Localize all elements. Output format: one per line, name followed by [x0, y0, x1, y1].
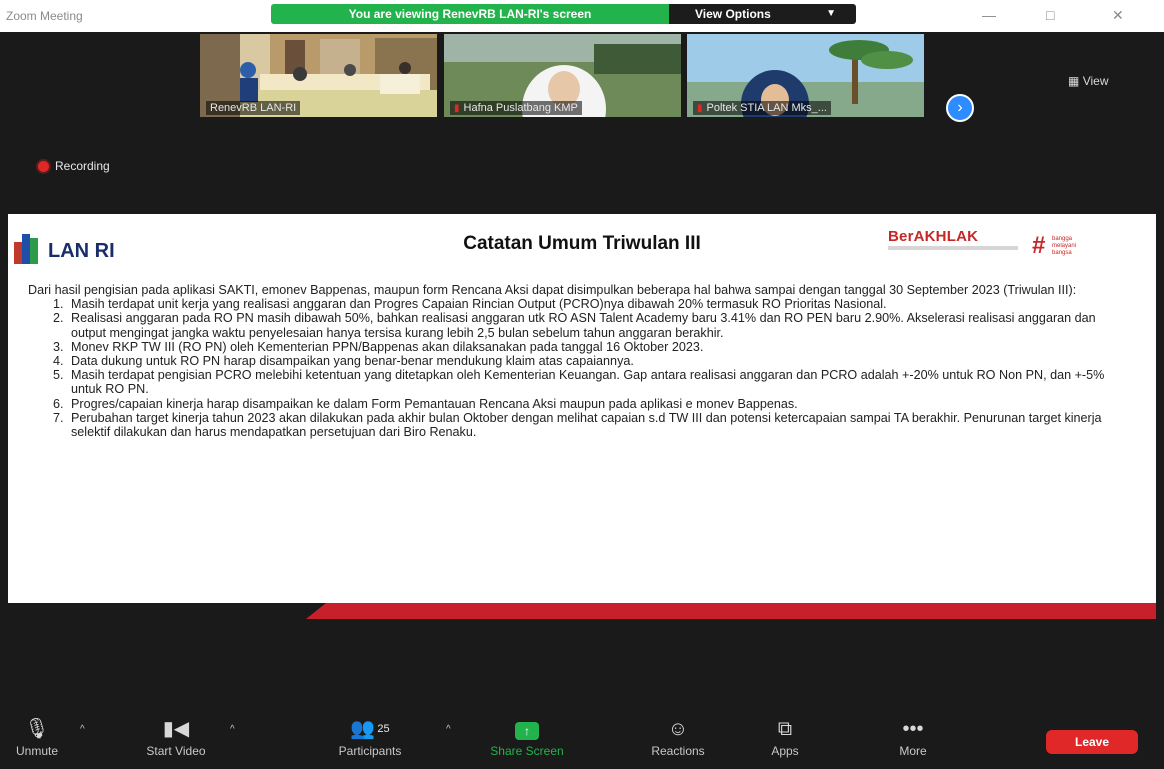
recording-icon [38, 160, 49, 172]
title-bar: Zoom Meeting You are viewing RenevRB LAN… [0, 0, 1164, 33]
reactions-button[interactable]: ☺ Reactions [640, 716, 716, 758]
view-button[interactable]: ▦ View [1068, 74, 1108, 88]
list-item: Realisasi anggaran pada RO PN masih diba… [67, 311, 1113, 339]
notes-list: Masih terdapat unit kerja yang realisasi… [28, 297, 1113, 439]
red-accent-stripe [306, 603, 1156, 619]
slide-intro: Dari hasil pengisian pada aplikasi SAKTI… [28, 283, 1077, 297]
list-item: Data dukung untuk RO PN harap disampaika… [67, 354, 1113, 368]
unmute-label: Unmute [15, 744, 59, 758]
bangga-melayani-text: bangga melayani bangsa [1052, 236, 1077, 256]
window-title: Zoom Meeting [6, 9, 83, 23]
shared-screen: LAN RI Catatan Umum Triwulan III BerAKHL… [8, 214, 1156, 619]
slide-footer-stripe [8, 603, 1156, 619]
chevron-down-icon: ▼ [826, 8, 836, 19]
share-banner: You are viewing RenevRB LAN-RI's screen … [271, 4, 856, 24]
view-options-label: View Options [695, 7, 771, 21]
video-off-icon: ▮◀ [162, 718, 190, 740]
list-item: Perubahan target kinerja tahun 2023 akan… [67, 411, 1113, 439]
more-button[interactable]: ••• More [888, 716, 938, 758]
minimize-button[interactable]: — [982, 7, 996, 23]
berakhlak-logo: BerAKHLAK [888, 228, 979, 245]
list-item: Masih terdapat unit kerja yang realisasi… [67, 297, 1113, 311]
mic-muted-icon: 🎙 [24, 718, 50, 740]
slide-title: Catatan Umum Triwulan III [463, 233, 701, 254]
more-icon: ••• [902, 718, 924, 740]
view-label: View [1082, 74, 1109, 88]
video-tile[interactable]: RenevRB LAN-RI [200, 34, 437, 117]
apps-label: Apps [771, 744, 799, 758]
video-tile[interactable]: ▮ Hafna Puslatbang KMP [444, 34, 681, 117]
reactions-icon: ☺ [667, 718, 689, 740]
meeting-toolbar: 🎙 Unmute ^ ▮◀ Start Video ^ 👥 25 Particip… [0, 712, 1164, 769]
video-tile[interactable]: ▮ Poltek STIA LAN Mks_... [687, 34, 924, 117]
more-label: More [899, 744, 927, 758]
participant-name: ▮ Hafna Puslatbang KMP [450, 101, 582, 115]
share-screen-button[interactable]: ↑ Share Screen [486, 716, 568, 758]
reactions-label: Reactions [651, 744, 705, 758]
apps-button[interactable]: ⧉ Apps [760, 716, 810, 758]
maximize-button[interactable]: □ [1046, 7, 1054, 23]
participant-name: RenevRB LAN-RI [206, 101, 301, 115]
video-options-caret[interactable]: ^ [230, 724, 235, 735]
start-video-label: Start Video [146, 744, 206, 758]
start-video-button[interactable]: ▮◀ Start Video [130, 716, 222, 758]
unmute-button[interactable]: 🎙 Unmute [2, 716, 72, 758]
participants-icon: 👥 25 [350, 718, 390, 740]
video-strip: RenevRB LAN-RI ▮ Hafna Puslatbang KMP ▮ Po… [0, 32, 1164, 214]
recording-indicator[interactable]: Recording [38, 159, 110, 173]
viewing-screen-label: You are viewing RenevRB LAN-RI's screen [271, 4, 669, 24]
participants-count: 25 [377, 723, 390, 735]
participants-label: Participants [338, 744, 402, 758]
share-screen-icon: ↑ [515, 722, 539, 740]
list-item: Progres/capaian kinerja harap disampaika… [67, 397, 1113, 411]
slide-content: Dari hasil pengisian pada aplikasi SAKTI… [28, 283, 1113, 439]
list-item: Monev RKP TW III (RO PN) oleh Kementeria… [67, 340, 1113, 354]
next-page-button[interactable]: › [946, 94, 974, 122]
participant-name: ▮ Poltek STIA LAN Mks_... [693, 101, 831, 115]
berakhlak-tagline [888, 246, 1018, 250]
view-options-button[interactable]: View Options ▼ [669, 4, 856, 24]
share-screen-label: Share Screen [490, 744, 564, 758]
close-button[interactable]: ✕ [1112, 7, 1124, 24]
grid-icon: ▦ [1068, 74, 1080, 88]
recording-label: Recording [55, 159, 110, 173]
participants-options-caret[interactable]: ^ [446, 724, 451, 735]
mic-off-icon: ▮ [697, 103, 703, 114]
audio-options-caret[interactable]: ^ [80, 724, 85, 735]
list-item: Masih terdapat pengisian PCRO melebihi k… [67, 368, 1113, 396]
bangga-melayani-logo: # [1032, 232, 1046, 259]
leave-button[interactable]: Leave [1046, 730, 1138, 754]
apps-icon: ⧉ [777, 718, 793, 740]
participants-button[interactable]: 👥 25 Participants [320, 716, 420, 758]
mic-off-icon: ▮ [454, 103, 460, 114]
